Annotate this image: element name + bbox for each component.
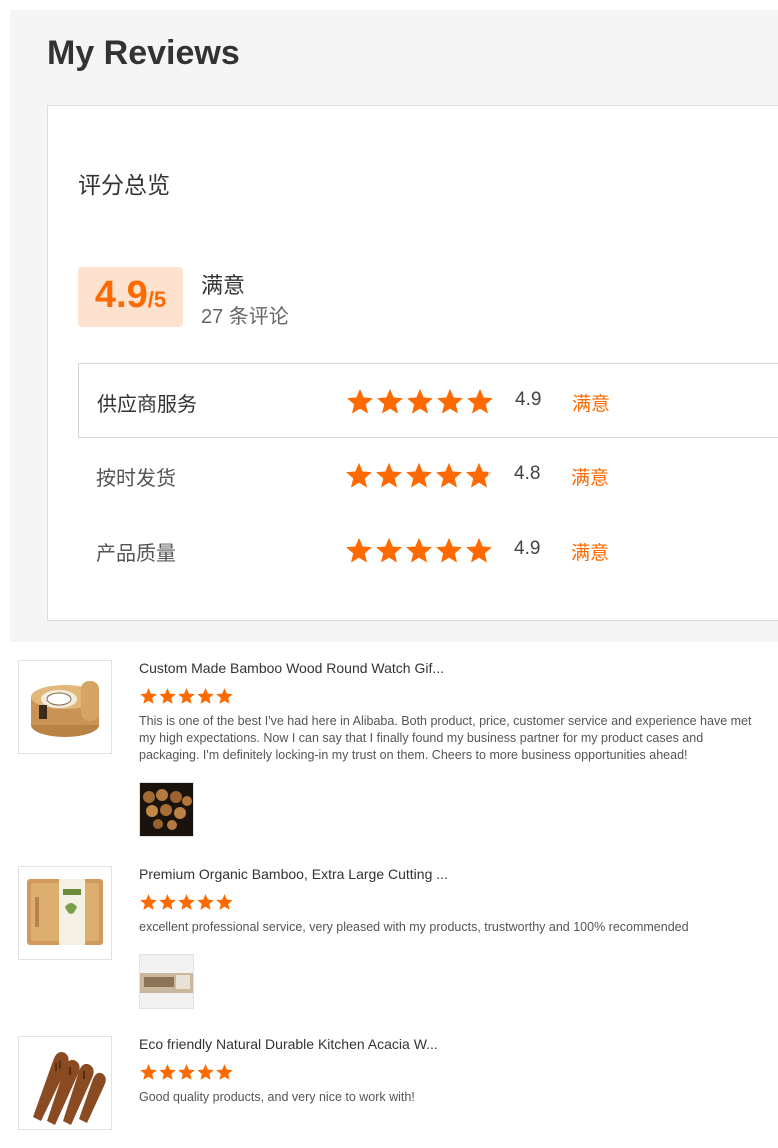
star-icon [158,687,177,711]
rating-row-product-quality[interactable]: 产品质量 4.9 满意 [78,513,778,588]
review-count: 27 条评论 [201,306,289,328]
review-product-title[interactable]: Premium Organic Bamboo, Extra Large Cutt… [139,866,448,882]
page-title: My Reviews [47,34,240,72]
star-icon [434,536,464,571]
rating-row-name: 按时发货 [96,468,176,490]
rating-row-value: 4.9 [515,389,542,410]
review-text: This is one of the best I've had here in… [139,714,752,762]
star-icon [434,461,464,496]
star-icon [374,536,404,571]
star-icon [464,536,494,571]
rating-stars [345,387,495,422]
star-icon [177,893,196,917]
star-icon [177,1063,196,1087]
review-photo[interactable] [139,954,194,1009]
product-thumbnail[interactable] [18,1036,112,1130]
star-icon [158,1063,177,1087]
star-icon [404,461,434,496]
star-icon [374,461,404,496]
overview-title: 评分总览 [78,172,170,198]
rating-row-level: 满意 [572,394,611,415]
overall-score-badge: 4.9 /5 [78,267,183,327]
star-icon [375,387,405,422]
overall-level: 满意 [201,273,246,298]
star-icon [215,893,234,917]
rating-row-on-time-delivery[interactable]: 按时发货 4.8 满意 [78,438,778,513]
star-icon [196,893,215,917]
star-icon [344,536,374,571]
rating-row-name: 产品质量 [96,543,176,565]
star-icon [158,893,177,917]
rating-stars [344,461,494,496]
reviews-header-area: My Reviews 评分总览 4.9 /5 满意 27 条评论 供应商服务 4… [10,10,778,642]
star-icon [435,387,465,422]
review-stars [139,1063,234,1087]
star-icon [139,687,158,711]
star-icon [464,461,494,496]
star-icon [215,1063,234,1087]
star-icon [405,387,435,422]
rating-row-value: 4.8 [514,463,541,484]
star-icon [196,687,215,711]
star-icon [344,461,374,496]
product-thumbnail[interactable] [18,866,112,960]
overall-score: 4.9 [94,274,148,316]
star-icon [215,687,234,711]
review-text: Good quality products, and very nice to … [139,1090,415,1104]
rating-stars [344,536,494,571]
star-icon [196,1063,215,1087]
score-denominator: /5 [147,287,167,312]
review-product-title[interactable]: Eco friendly Natural Durable Kitchen Aca… [139,1036,438,1052]
star-icon [139,893,158,917]
rating-row-level: 满意 [571,543,610,564]
review-text: excellent professional service, very ple… [139,920,689,934]
review-photo[interactable] [139,782,194,837]
rating-row-value: 4.9 [514,538,541,559]
review-stars [139,893,234,917]
star-icon [345,387,375,422]
star-icon [404,536,434,571]
review-stars [139,687,234,711]
review-product-title[interactable]: Custom Made Bamboo Wood Round Watch Gif.… [139,660,444,676]
product-thumbnail[interactable] [18,660,112,754]
rating-overview-card: 评分总览 4.9 /5 满意 27 条评论 供应商服务 4.9 满意 按时发货 … [47,105,778,621]
star-icon [465,387,495,422]
star-icon [139,1063,158,1087]
star-icon [177,687,196,711]
rating-row-supplier-service[interactable]: 供应商服务 4.9 满意 [78,363,778,438]
rating-row-level: 满意 [571,468,610,489]
rating-row-name: 供应商服务 [97,394,197,416]
rating-breakdown: 供应商服务 4.9 满意 按时发货 4.8 满意 产品质量 4.9 满意 [78,363,778,588]
